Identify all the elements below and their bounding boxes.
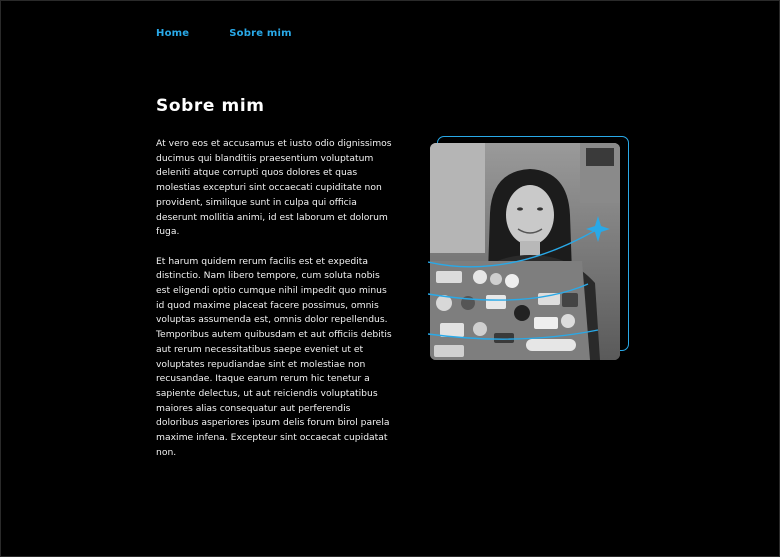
nav-sobre-mim-link[interactable]: Sobre mim [229, 28, 292, 39]
main-nav: Home Sobre mim [156, 28, 292, 39]
about-paragraph-2: Et harum quidem rerum facilis est et exp… [156, 255, 392, 458]
profile-photo-card [428, 134, 630, 364]
page-title: Sobre mim [156, 96, 265, 116]
about-text: At vero eos et accusamus et iusto odio d… [156, 137, 392, 475]
about-paragraph-1: At vero eos et accusamus et iusto odio d… [156, 138, 392, 238]
profile-photo [430, 143, 620, 360]
nav-home-link[interactable]: Home [156, 28, 189, 39]
